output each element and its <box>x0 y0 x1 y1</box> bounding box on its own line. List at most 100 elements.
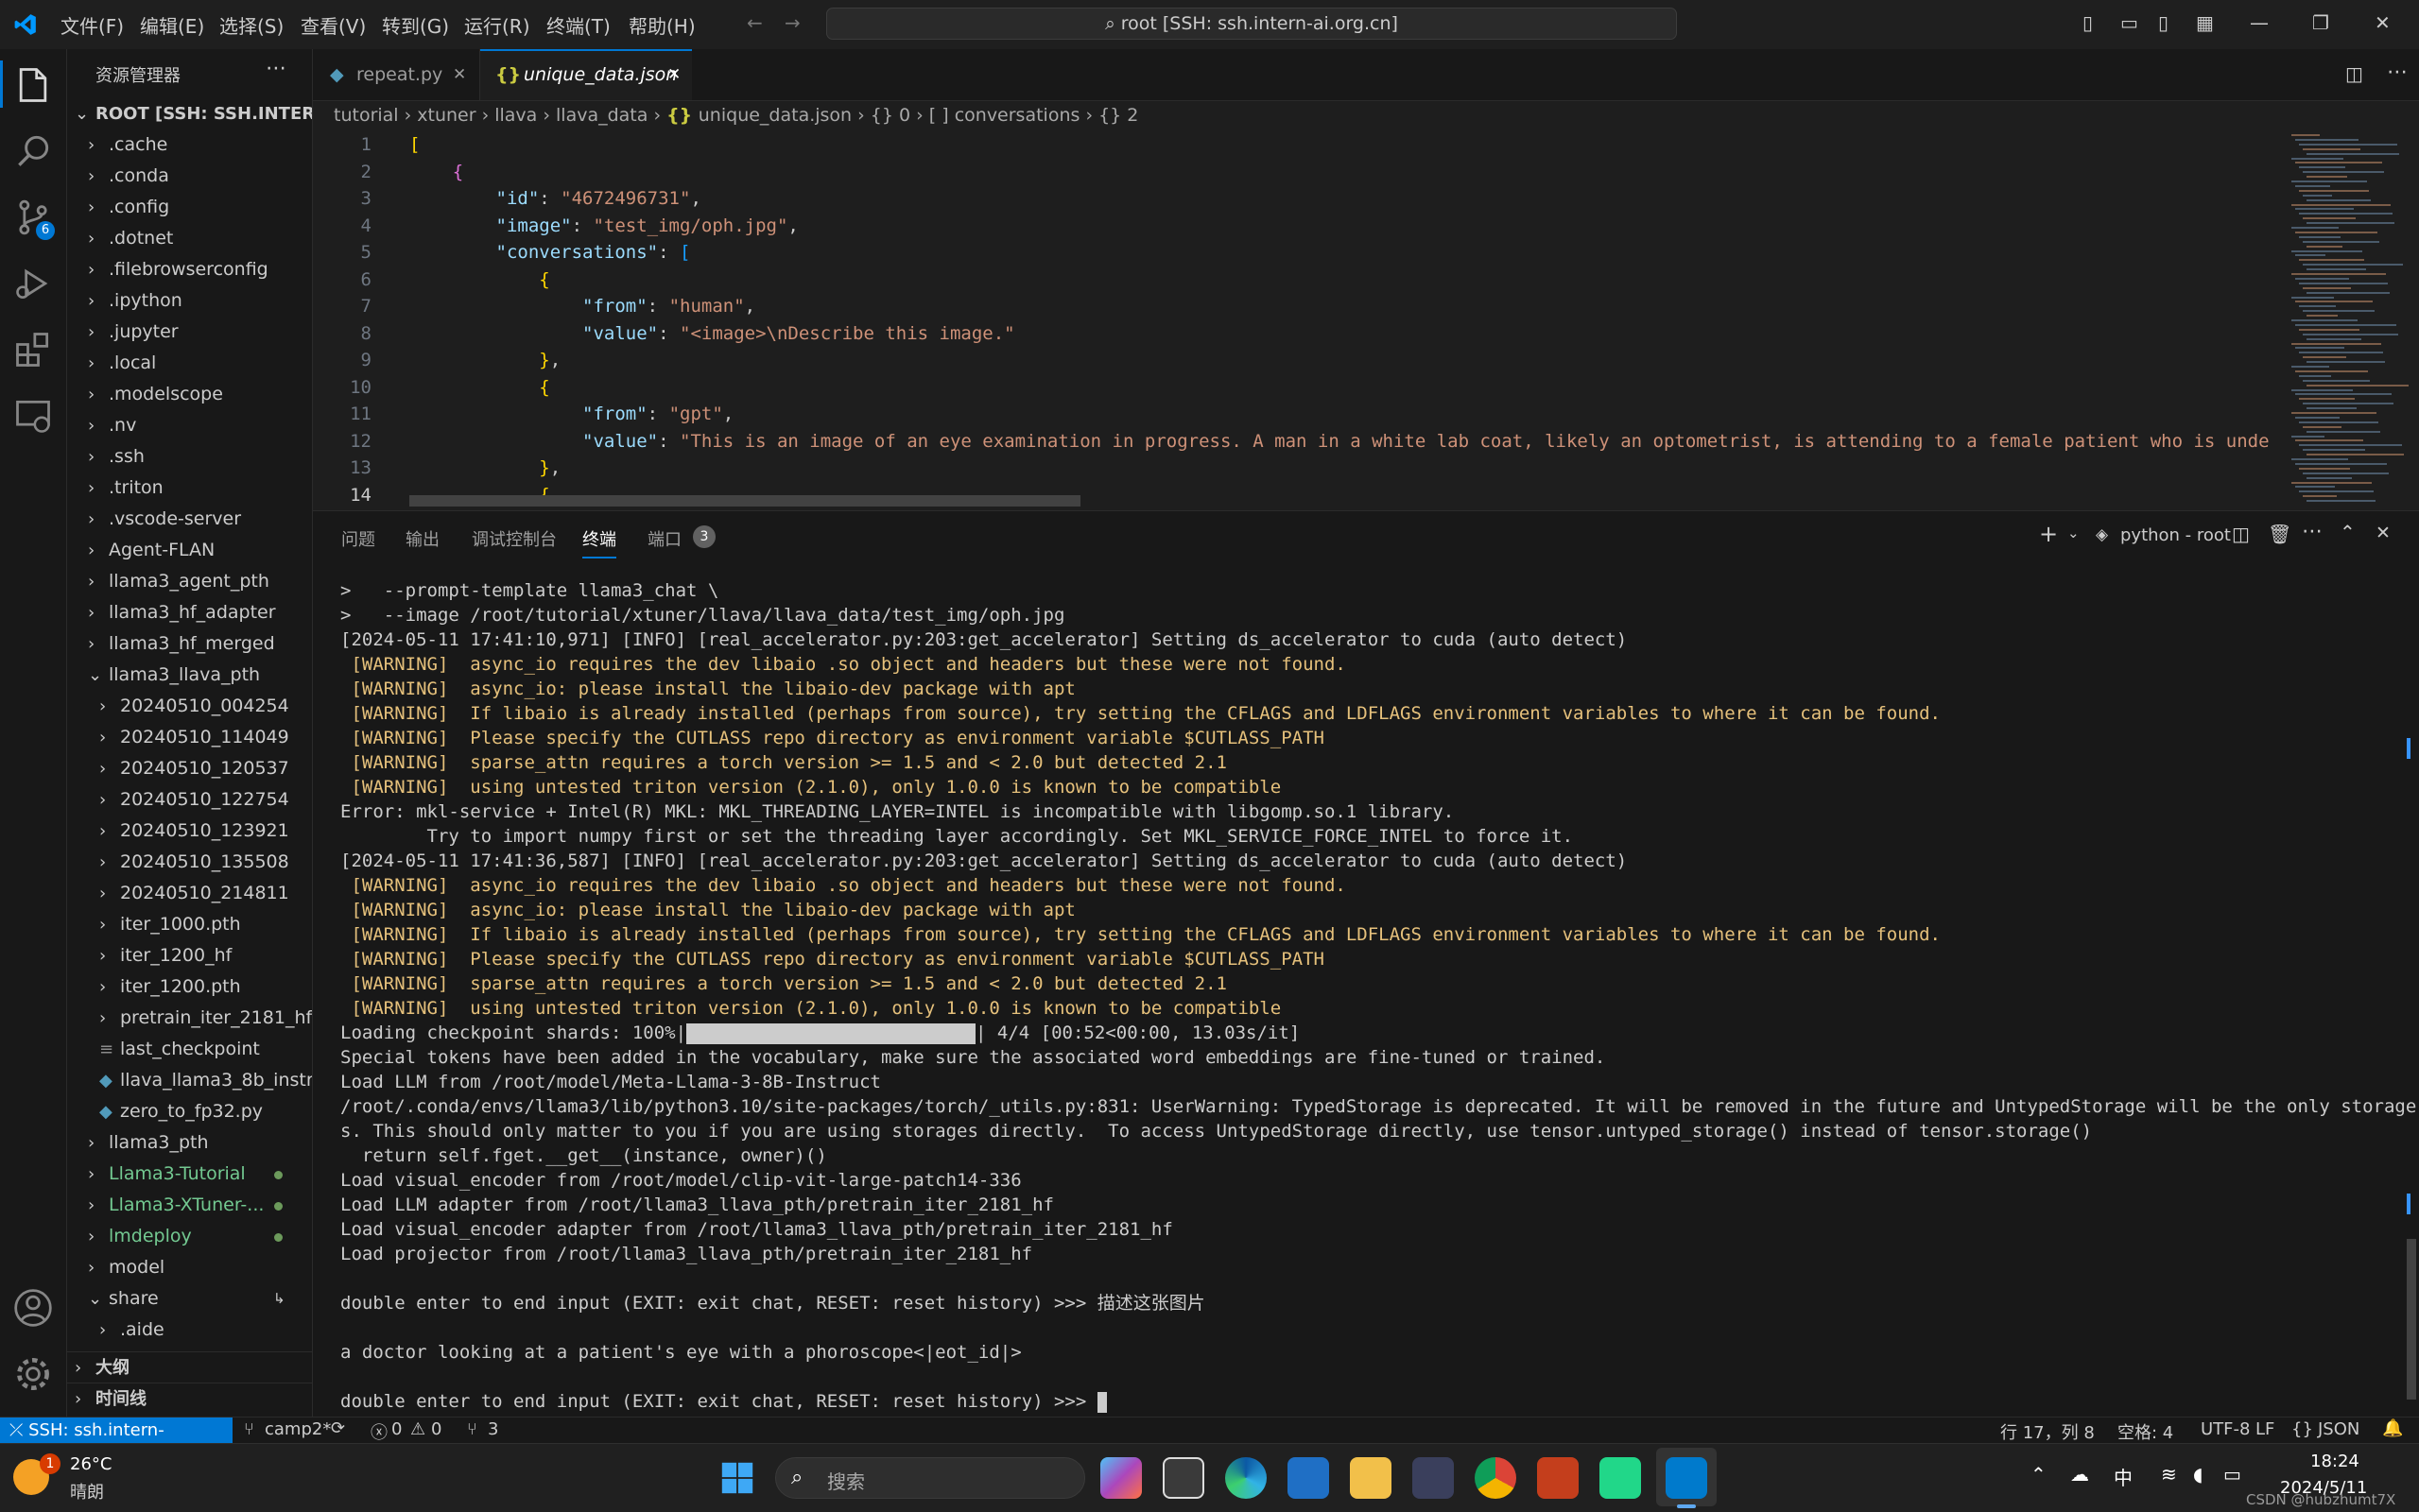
task-view-icon[interactable] <box>1163 1457 1204 1499</box>
tree-item[interactable]: › 20240510_123921 <box>67 816 312 847</box>
notifications-bell-icon[interactable]: 🔔 <box>2382 1418 2403 1438</box>
more-actions-icon[interactable]: ⋯ <box>266 57 286 80</box>
menu-run[interactable]: 运行(R) <box>464 11 530 39</box>
tree-item[interactable]: › Agent-FLAN <box>67 535 312 566</box>
taskbar-search-box[interactable]: ⌕ 搜索 <box>775 1457 1085 1499</box>
tree-item[interactable]: › iter_1200_hf <box>67 940 312 971</box>
customize-layout-icon[interactable]: ▦ <box>2196 11 2214 34</box>
copilot-icon[interactable] <box>1100 1457 1142 1499</box>
tree-item[interactable]: › .cache <box>67 129 312 161</box>
outline-section[interactable]: › 大纲 <box>67 1351 312 1383</box>
battery-icon[interactable]: ▭ <box>2223 1463 2241 1486</box>
pycharm-icon[interactable] <box>1599 1457 1641 1499</box>
close-window-icon[interactable]: ✕ <box>2375 11 2391 34</box>
settings-gear-icon[interactable] <box>12 1353 54 1395</box>
timeline-section[interactable]: › 时间线 <box>67 1383 312 1415</box>
indentation[interactable]: 空格: 4 <box>2117 1419 2173 1444</box>
code-editor[interactable]: 1 2 3 4 5 6 7 8 9 10 11 12 13 14 [ { "id": "467249673… <box>313 130 2284 508</box>
menu-file[interactable]: 文件(F) <box>60 11 124 39</box>
close-tab-icon[interactable]: ✕ <box>667 49 681 100</box>
forward-arrow-icon[interactable]: → <box>785 11 801 34</box>
breadcrumb-item[interactable]: xtuner <box>417 105 475 126</box>
tree-item[interactable]: › llama3_pth <box>67 1127 312 1159</box>
run-debug-icon[interactable] <box>12 263 54 304</box>
tree-item[interactable]: › 20240510_114049 <box>67 722 312 753</box>
command-center-search[interactable]: ⌕ root [SSH: ssh.intern-ai.org.cn] <box>826 8 1677 40</box>
minimize-icon[interactable]: — <box>2250 11 2269 34</box>
tree-item[interactable]: › Llama3-Tutorial <box>67 1159 312 1190</box>
tree-item[interactable]: › .conda <box>67 161 312 192</box>
warning-count[interactable]: 0 <box>431 1419 441 1439</box>
tree-item[interactable]: › 20240510_004254 <box>67 691 312 722</box>
tree-item[interactable]: › .triton <box>67 472 312 504</box>
new-terminal-plus-icon[interactable]: + <box>2039 521 2058 547</box>
menu-go[interactable]: 转到(G) <box>382 11 449 39</box>
account-icon[interactable] <box>12 1287 54 1329</box>
powerpoint-icon[interactable] <box>1537 1457 1579 1499</box>
toggle-sidebar-icon[interactable]: ▯ <box>2082 11 2093 34</box>
tab-output[interactable]: 输出 <box>406 526 440 551</box>
tree-item[interactable]: › .nv <box>67 410 312 441</box>
minimap[interactable] <box>2284 130 2409 508</box>
workspace-root[interactable]: ⌄ ROOT [SSH: SSH.INTERN-A... <box>67 98 312 129</box>
tree-item[interactable]: › Llama3-XTuner-... <box>67 1190 312 1221</box>
breadcrumb-item[interactable]: {} 0 <box>871 105 910 126</box>
restore-icon[interactable]: ❐ <box>2312 11 2329 34</box>
tree-item[interactable]: › model <box>67 1252 312 1283</box>
tab-debug-console[interactable]: 调试控制台 <box>472 526 557 551</box>
tab-problems[interactable]: 问题 <box>341 526 375 551</box>
menu-view[interactable]: 查看(V) <box>301 11 366 39</box>
language-mode[interactable]: JSON <box>2318 1419 2359 1439</box>
split-terminal-icon[interactable]: ◫ <box>2232 523 2250 545</box>
tree-item[interactable]: › .ipython <box>67 285 312 317</box>
tree-item[interactable]: › pretrain_iter_2181_hf <box>67 1003 312 1034</box>
tree-item[interactable]: › llama3_hf_merged <box>67 628 312 660</box>
cursor-position[interactable]: 行 17，列 8 <box>2000 1419 2095 1444</box>
tree-item[interactable]: › .modelscope <box>67 379 312 410</box>
tree-item[interactable]: › .jupyter <box>67 317 312 348</box>
tree-item[interactable]: › 20240510_120537 <box>67 753 312 784</box>
clock-time[interactable]: 18:24 <box>2310 1452 2359 1471</box>
file-explorer-icon[interactable] <box>1350 1457 1391 1499</box>
edge-browser-icon[interactable] <box>1225 1457 1267 1499</box>
tree-item[interactable]: › .aide <box>67 1314 312 1346</box>
close-panel-icon[interactable]: ✕ <box>2376 523 2391 543</box>
tree-item[interactable]: › lmdeploy <box>67 1221 312 1252</box>
terminal-output[interactable]: > --prompt-template llama3_chat \ > --ima… <box>340 578 2416 1414</box>
breadcrumb-item[interactable]: [ ] conversations <box>929 105 1080 126</box>
line-ending[interactable]: LF <box>2255 1419 2274 1439</box>
tab-ports[interactable]: 端口 <box>648 526 682 551</box>
microsoft-store-icon[interactable] <box>1287 1457 1329 1499</box>
maximize-panel-icon[interactable]: ⌃ <box>2340 521 2356 543</box>
error-count[interactable]: 0 <box>391 1419 402 1439</box>
tree-item[interactable]: › .local <box>67 348 312 379</box>
sync-icon[interactable]: ⟳ <box>331 1418 345 1438</box>
windows-start-icon[interactable] <box>720 1461 754 1495</box>
tree-item[interactable]: › 20240510_122754 <box>67 784 312 816</box>
toggle-panel-icon[interactable]: ▭ <box>2120 11 2138 34</box>
tree-item[interactable]: ⌄ llama3_llava_pth <box>67 660 312 691</box>
onedrive-cloud-icon[interactable]: ☁ <box>2070 1463 2089 1486</box>
encoding[interactable]: UTF-8 <box>2201 1419 2250 1439</box>
trash-icon[interactable]: 🗑 <box>2268 523 2291 545</box>
tree-item[interactable]: › .vscode-server <box>67 504 312 535</box>
explorer-icon[interactable] <box>12 64 54 106</box>
search-icon[interactable] <box>12 130 54 172</box>
remote-explorer-icon[interactable] <box>12 395 54 437</box>
tree-item[interactable]: › 20240510_214811 <box>67 878 312 909</box>
tree-item[interactable]: › iter_1000.pth <box>67 909 312 940</box>
more-actions-icon[interactable]: ⋯ <box>2302 520 2323 543</box>
menu-terminal[interactable]: 终端(T) <box>546 11 611 39</box>
terminal-name[interactable]: python - root <box>2120 525 2231 545</box>
terminal-scrollbar[interactable] <box>2407 1239 2416 1400</box>
tree-item[interactable]: ◆ llava_llama3_8b_instr... <box>67 1065 312 1096</box>
tab-terminal[interactable]: 终端 <box>582 526 616 558</box>
ime-indicator[interactable]: 中 <box>2114 1463 2133 1490</box>
extensions-icon[interactable] <box>12 329 54 370</box>
menu-selection[interactable]: 选择(S) <box>219 11 284 39</box>
toggle-secondary-sidebar-icon[interactable]: ▯ <box>2158 11 2168 34</box>
chevron-up-icon[interactable]: ⌃ <box>2030 1463 2047 1486</box>
chevron-down-icon[interactable]: ⌄ <box>2067 524 2080 541</box>
tree-item[interactable]: ◆ zero_to_fp32.py <box>67 1096 312 1127</box>
ports-count[interactable]: 3 <box>488 1419 498 1439</box>
